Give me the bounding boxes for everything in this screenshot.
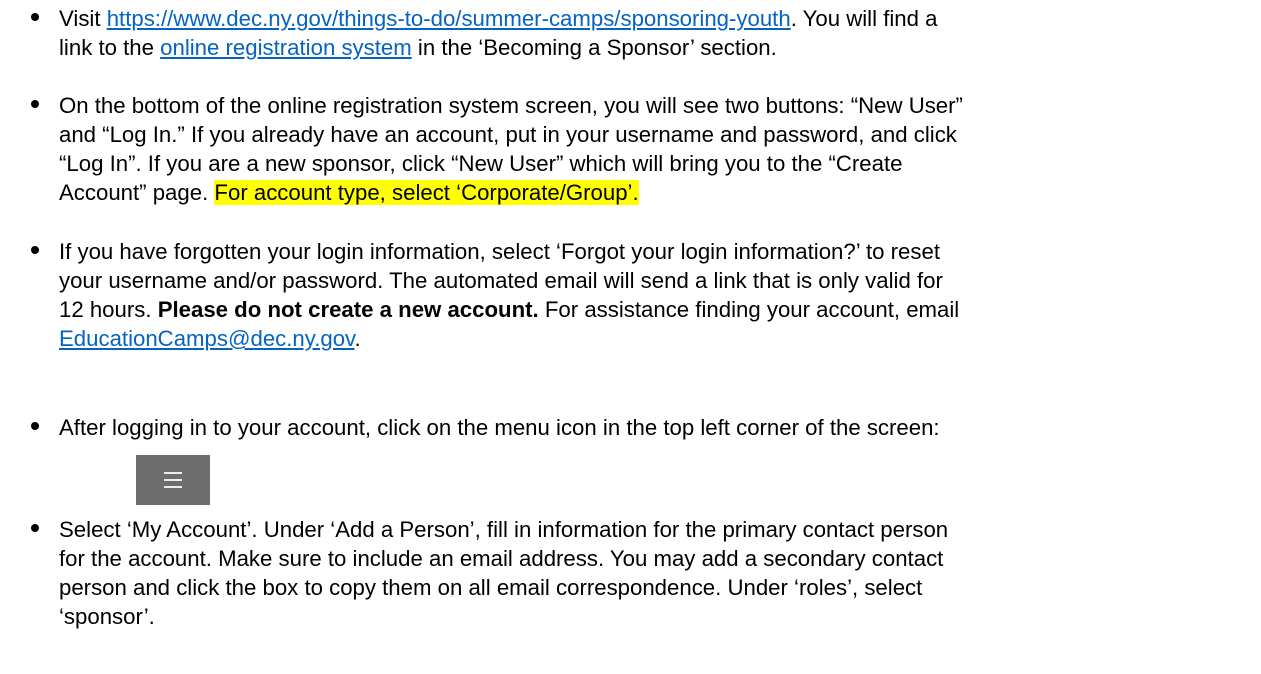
bullet-dot xyxy=(31,422,39,430)
list-item-text: Visit https://www.dec.ny.gov/things-to-d… xyxy=(59,4,1244,62)
list-item-text: After logging in to your account, click … xyxy=(59,413,1244,442)
text-run: person and click the box to copy them on… xyxy=(59,575,923,600)
text-run: link to the xyxy=(59,35,161,60)
text-run: On the bottom of the online registration… xyxy=(59,93,963,118)
highlighted-text: For account type, select ‘Corporate/Grou… xyxy=(214,180,639,205)
text-run: your username and/or password. The autom… xyxy=(59,268,943,293)
document-page: Visit https://www.dec.ny.gov/things-to-d… xyxy=(0,0,1261,674)
text-run: . You will find a xyxy=(790,6,938,31)
text-run: Account” page. xyxy=(59,180,215,205)
list-item-text: Select ‘My Account’. Under ‘Add a Person… xyxy=(59,515,1244,631)
bullet-dot xyxy=(31,246,39,254)
bold-warning-text: Please do not create a new account. xyxy=(157,297,539,322)
text-run: and “Log In.” If you already have an acc… xyxy=(59,122,957,147)
text-run: Visit xyxy=(59,6,107,31)
bullet-dot xyxy=(31,524,39,532)
hamburger-menu-icon xyxy=(136,455,210,505)
text-run: in the ‘Becoming a Sponsor’ section. xyxy=(411,35,777,60)
text-run: “Log In”. If you are a new sponsor, clic… xyxy=(59,151,903,176)
text-run: 12 hours. xyxy=(59,297,158,322)
text-run: ‘sponsor’. xyxy=(59,604,155,629)
bullet-dot xyxy=(31,13,39,21)
sponsoring-youth-link[interactable]: https://www.dec.ny.gov/things-to-do/summ… xyxy=(107,6,791,31)
menu-bar-line xyxy=(164,472,182,474)
menu-bar-line xyxy=(164,486,182,488)
bullet-dot xyxy=(31,100,39,108)
online-registration-link[interactable]: online registration system xyxy=(160,35,412,60)
text-run: Select ‘My Account’. Under ‘Add a Person… xyxy=(59,517,949,542)
text-run: . xyxy=(354,326,361,351)
text-run: For assistance finding your account, ema… xyxy=(538,297,960,322)
text-run: for the account. Make sure to include an… xyxy=(59,546,944,571)
list-item-text: If you have forgotten your login informa… xyxy=(59,237,1244,353)
list-item-text: On the bottom of the online registration… xyxy=(59,91,1244,207)
text-run: After logging in to your account, click … xyxy=(59,415,940,440)
menu-bar-line xyxy=(164,479,182,481)
text-run: If you have forgotten your login informa… xyxy=(59,239,940,264)
education-camps-email-link[interactable]: EducationCamps@dec.ny.gov xyxy=(59,326,355,351)
